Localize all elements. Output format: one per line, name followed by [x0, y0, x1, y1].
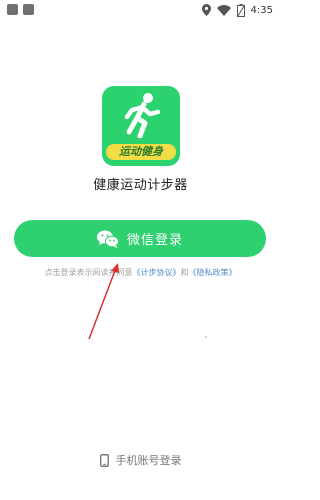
step-agreement-link[interactable]: 《计步协议》 — [133, 268, 181, 277]
running-man-icon — [124, 93, 161, 138]
red-arrow-annotation — [88, 263, 119, 340]
phone-icon — [99, 453, 109, 467]
decorative-dot — [205, 336, 207, 338]
wechat-login-label: 微信登录 — [126, 233, 183, 248]
app-logo: 运动健身 — [102, 86, 180, 166]
wechat-login-button[interactable]: 微信登录 — [14, 220, 266, 257]
phone-login-button[interactable]: 手机账号登录 — [0, 452, 281, 468]
status-icons: 4:35 — [201, 2, 273, 18]
agreement-text: 点击登录表示阅读并同意《计步协议》和《隐私政策》 — [0, 267, 281, 278]
app-name: 健康运动计步器 — [93, 178, 188, 193]
privacy-policy-link[interactable]: 《隐私政策》 — [189, 268, 237, 277]
location-icon — [201, 4, 211, 16]
battery-icon — [236, 3, 245, 17]
notification-icons — [7, 4, 34, 15]
phone-login-label: 手机账号登录 — [115, 454, 182, 467]
notification-icon — [23, 4, 34, 15]
clock: 4:35 — [250, 4, 273, 16]
wechat-icon — [96, 230, 119, 248]
wifi-icon — [216, 4, 231, 16]
app-badge: 运动健身 — [106, 144, 176, 160]
agreement-connector: 和 — [180, 268, 189, 277]
status-bar: 4:35 — [0, 0, 281, 22]
notification-icon — [7, 4, 18, 15]
